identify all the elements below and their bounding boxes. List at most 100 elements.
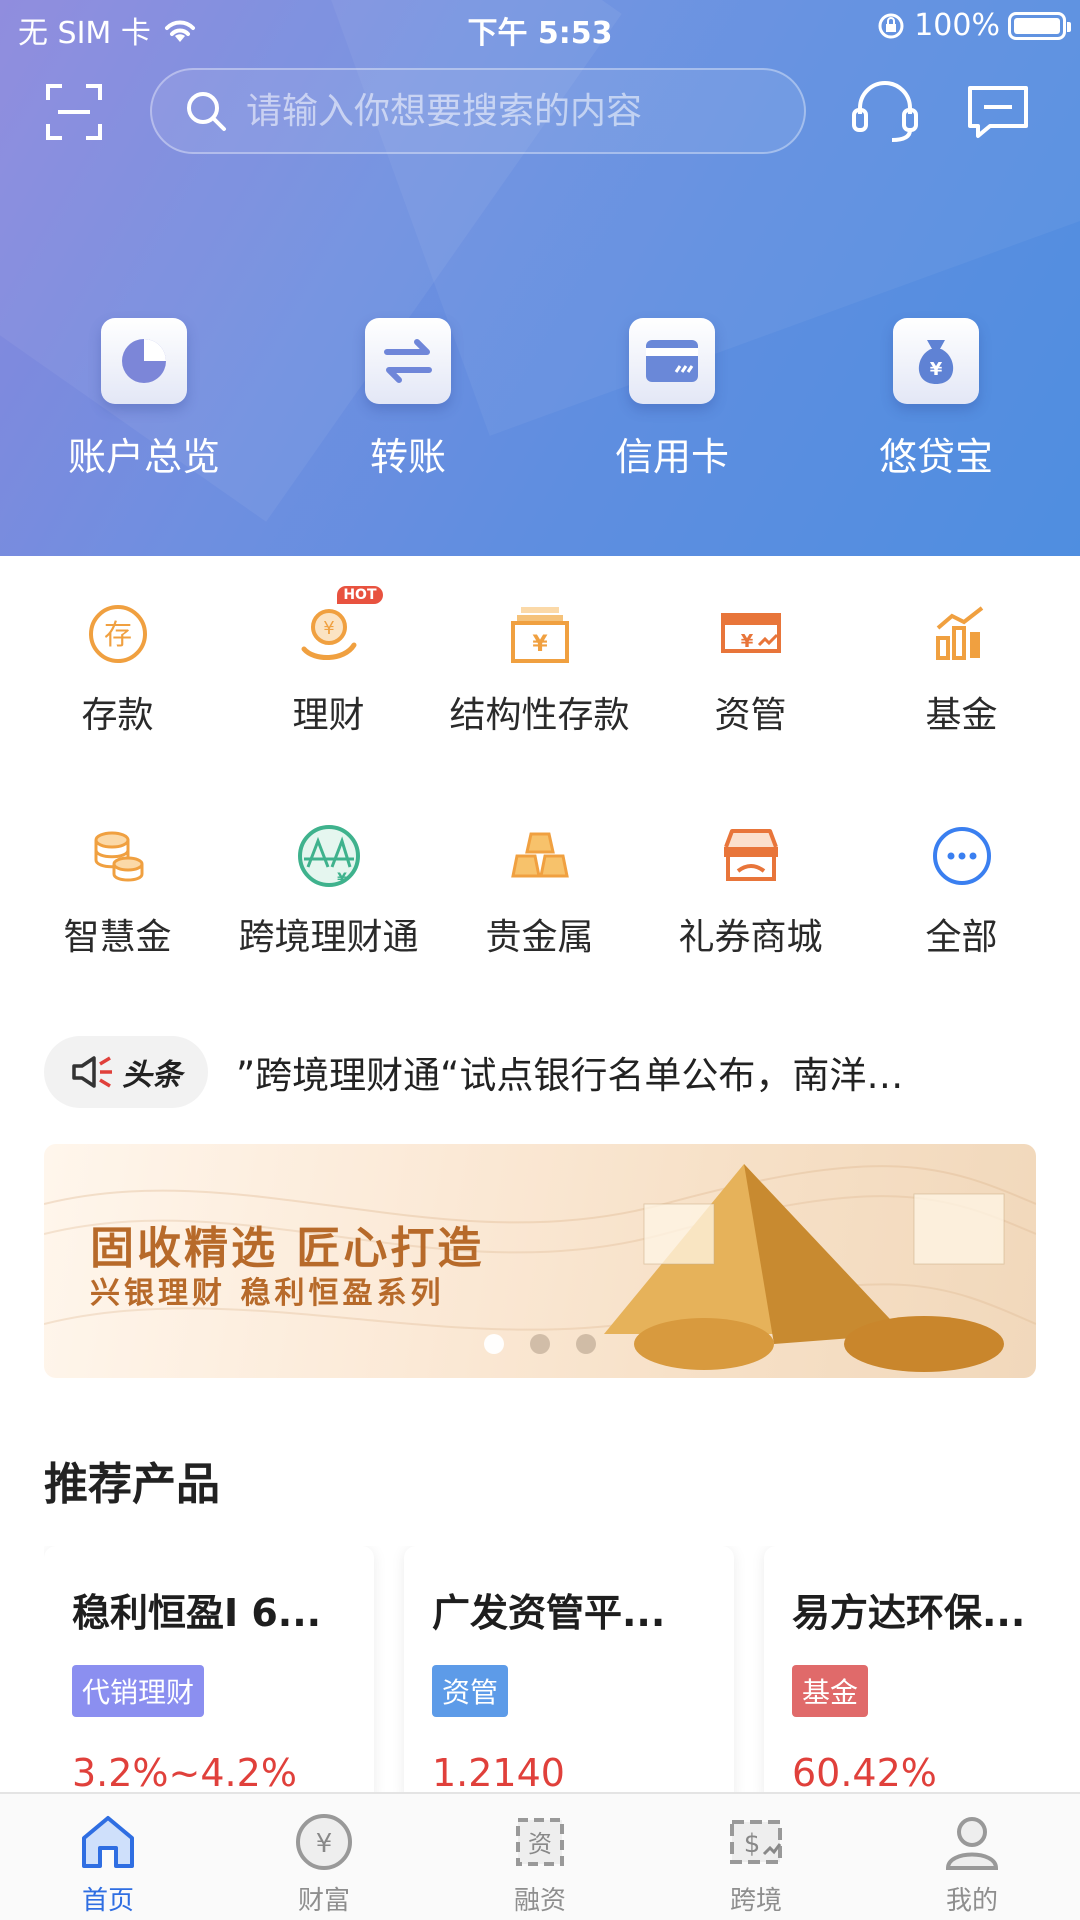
- news-tag-label: 头条: [122, 1058, 182, 1093]
- news-ticker[interactable]: 头条 ”跨境理财通“试点银行名单公布，南洋…: [44, 1036, 1044, 1108]
- product-name: 稳利恒盈I 6...: [72, 1591, 322, 1635]
- quick-loan[interactable]: ¥ 悠贷宝: [804, 318, 1068, 481]
- coupon-store-icon: [713, 818, 789, 894]
- profile-icon: [945, 1817, 999, 1870]
- svg-text:资: 资: [528, 1830, 552, 1858]
- tab-label: 融资: [513, 1886, 566, 1916]
- quick-credit-card[interactable]: 信用卡: [540, 318, 804, 481]
- service-fund[interactable]: 基金: [856, 596, 1067, 818]
- service-precious-metals[interactable]: 贵金属: [434, 818, 645, 1018]
- tab-cross-border[interactable]: $ 跨境: [648, 1794, 864, 1920]
- tab-profile[interactable]: 我的: [864, 1794, 1080, 1920]
- tab-wealth[interactable]: ¥ 财富: [216, 1794, 432, 1920]
- product-tag: 资管: [432, 1665, 509, 1717]
- service-coupon-store[interactable]: 礼券商城: [645, 818, 856, 1018]
- money-bag-icon: ¥: [893, 318, 979, 404]
- banner-pagination: [484, 1334, 596, 1354]
- message-icon[interactable]: [966, 82, 1030, 142]
- product-name: 广发资管平...: [432, 1591, 666, 1635]
- svg-text:¥: ¥: [532, 632, 548, 657]
- service-label: 贵金属: [485, 917, 594, 958]
- search-input[interactable]: [246, 90, 804, 132]
- financing-icon: 资: [516, 1818, 564, 1866]
- battery-icon: [1008, 11, 1071, 40]
- news-headline[interactable]: ”跨境理财通“试点银行名单公布，南洋…: [236, 1045, 1016, 1099]
- hot-badge: HOT: [337, 586, 383, 604]
- product-tag: 基金: [792, 1665, 869, 1717]
- banner-subtitle: 兴银理财 稳利恒盈系列: [90, 1276, 445, 1311]
- tab-home[interactable]: 首页: [0, 1794, 216, 1920]
- service-label: 理财: [292, 695, 365, 736]
- scan-icon[interactable]: [44, 82, 104, 142]
- pagination-dot[interactable]: [530, 1334, 550, 1354]
- recommended-title: 推荐产品: [44, 1459, 220, 1510]
- gold-bars-icon: [502, 818, 578, 894]
- cross-border-dollar-icon: $: [730, 1820, 782, 1864]
- pie-chart-icon: [101, 318, 187, 404]
- promo-banner[interactable]: 固收精选 匠心打造 兴银理财 稳利恒盈系列: [44, 1144, 1036, 1378]
- service-label: 资管: [714, 695, 787, 736]
- product-rate: 1.2140: [432, 1751, 565, 1792]
- tab-label: 财富: [297, 1886, 350, 1916]
- speaker-icon: [72, 1056, 112, 1088]
- service-asset-management[interactable]: ¥ 资管: [645, 596, 856, 818]
- banner-title: 固收精选 匠心打造: [90, 1223, 485, 1274]
- home-icon: [82, 1816, 134, 1868]
- service-deposit[interactable]: 存 存款: [12, 596, 223, 818]
- product-name: 易方达环保...: [792, 1591, 1026, 1635]
- svg-text:¥: ¥: [323, 618, 334, 639]
- status-right: 100%: [876, 8, 1071, 43]
- service-smart-gold[interactable]: 智慧金: [12, 818, 223, 1018]
- quick-label: 信用卡: [614, 435, 729, 479]
- tab-financing[interactable]: 资 融资: [432, 1794, 648, 1920]
- top-bar: [0, 66, 1080, 154]
- quick-actions: 账户总览 转账 信用卡 ¥ 悠贷宝: [0, 318, 1080, 481]
- tab-label: 首页: [81, 1886, 134, 1916]
- search-icon: [187, 92, 226, 131]
- service-label: 存款: [81, 695, 154, 736]
- product-rate: 3.2%~4.2%: [72, 1751, 297, 1792]
- recommended-cards: 稳利恒盈I 6... 代销理财 3.2%~4.2% 广发资管平... 资管 1.…: [44, 1546, 1080, 1792]
- bottom-tab-bar: 首页 ¥ 财富 资 融资 $ 跨境 我的: [0, 1792, 1080, 1920]
- service-label: 智慧金: [63, 917, 172, 958]
- product-card[interactable]: 广发资管平... 资管 1.2140: [404, 1546, 734, 1792]
- quick-transfer[interactable]: 转账: [276, 318, 540, 481]
- wealth-icon: ¥ HOT: [291, 586, 383, 672]
- svg-text:$: $: [744, 1829, 761, 1859]
- service-all[interactable]: 全部: [856, 818, 1067, 1018]
- fund-icon: [924, 596, 1000, 672]
- product-card[interactable]: 稳利恒盈I 6... 代销理财 3.2%~4.2%: [44, 1546, 374, 1792]
- service-label: 全部: [925, 917, 998, 958]
- svg-text:存: 存: [103, 618, 131, 651]
- tab-label: 跨境: [729, 1886, 782, 1916]
- service-label: 礼券商城: [678, 917, 823, 958]
- status-bar: 无 SIM 卡 下午 5:53 100%: [0, 0, 1080, 54]
- service-structured-deposit[interactable]: ¥ 结构性存款: [434, 596, 645, 818]
- services-grid: 存 存款 ¥ HOT 理财 ¥ 结构性存款 ¥ 资管 基金 智慧金 ¥ 跨境理财…: [0, 586, 1080, 1018]
- battery-percent: 100%: [914, 8, 1000, 43]
- tab-label: 我的: [945, 1886, 998, 1916]
- transfer-icon: [365, 318, 451, 404]
- svg-text:¥: ¥: [337, 871, 347, 887]
- pagination-dot[interactable]: [484, 1334, 504, 1354]
- search-bar[interactable]: [150, 68, 806, 154]
- product-card[interactable]: 易方达环保... 基金 60.42%: [764, 1546, 1080, 1792]
- product-tag: 代销理财: [72, 1665, 205, 1717]
- service-wealth[interactable]: ¥ HOT 理财: [223, 586, 434, 818]
- quick-label: 转账: [369, 435, 446, 479]
- service-label: 结构性存款: [449, 695, 630, 736]
- services-row: 存 存款 ¥ HOT 理财 ¥ 结构性存款 ¥ 资管 基金: [0, 586, 1080, 818]
- svg-text:¥: ¥: [930, 359, 943, 380]
- service-cross-border[interactable]: ¥ 跨境理财通: [223, 818, 434, 1018]
- asset-management-icon: ¥: [713, 596, 789, 672]
- quick-account-overview[interactable]: 账户总览: [12, 318, 276, 481]
- wealth-coin-icon: ¥: [296, 1814, 352, 1870]
- product-rate: 60.42%: [792, 1751, 937, 1792]
- credit-card-icon: [629, 318, 715, 404]
- quick-label: 账户总览: [67, 435, 220, 479]
- structured-deposit-icon: ¥: [502, 596, 578, 672]
- headset-icon[interactable]: [850, 78, 920, 144]
- cross-border-icon: ¥: [291, 818, 367, 894]
- svg-text:¥: ¥: [740, 631, 753, 652]
- pagination-dot[interactable]: [576, 1334, 596, 1354]
